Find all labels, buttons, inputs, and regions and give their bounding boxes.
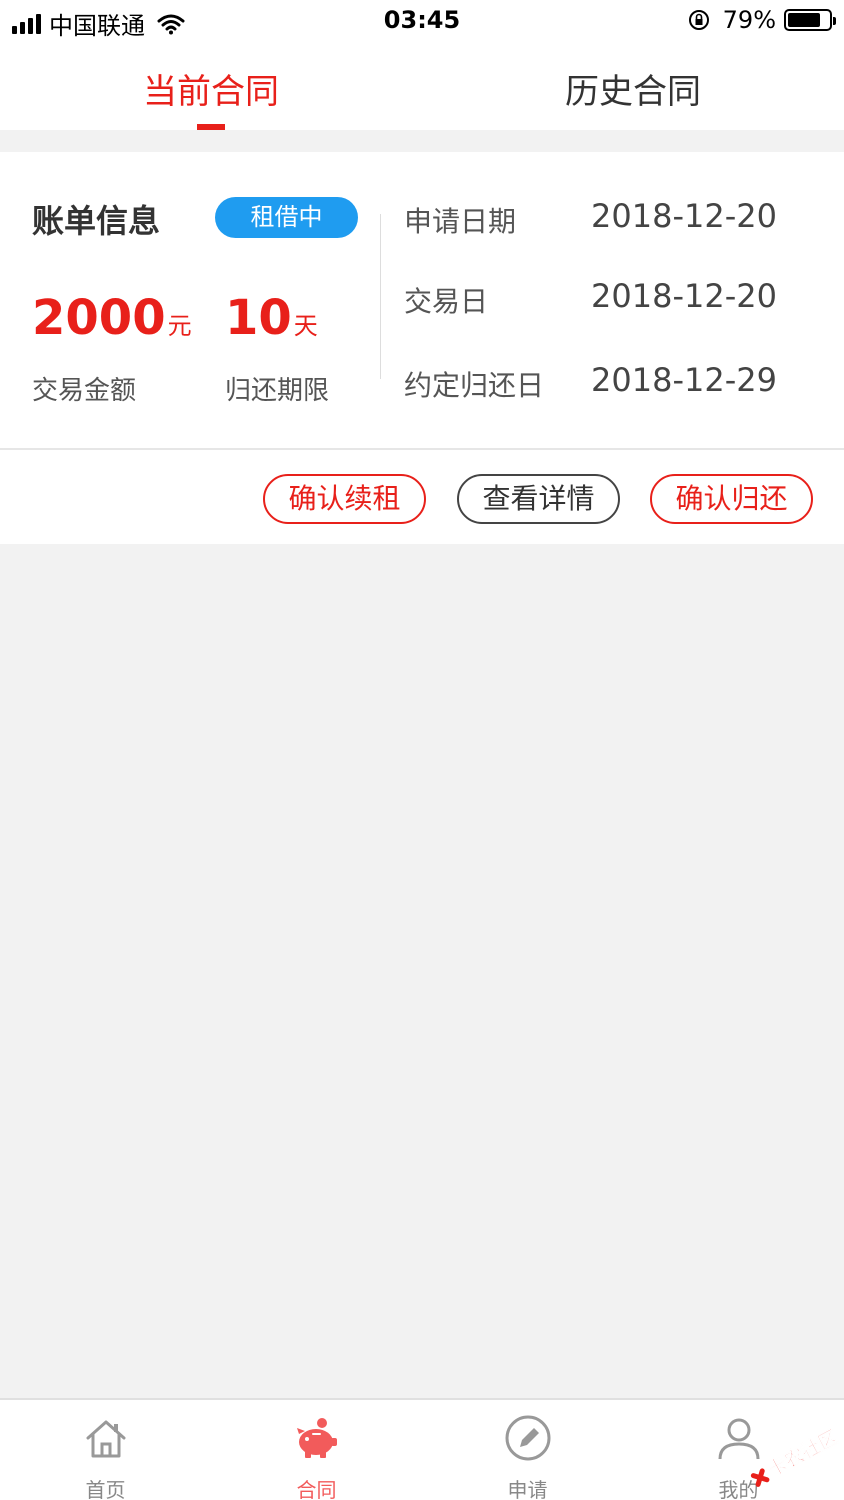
pencil-icon [505, 1415, 551, 1461]
status-badge: 租借中 [215, 197, 358, 238]
card-divider [0, 448, 844, 450]
nav-label-home: 首页 [85, 1478, 126, 1500]
contract-tabs: 当前合同 历史合同 [0, 44, 844, 130]
amount-value: 2000元 [32, 290, 192, 346]
apply-date-label: 申请日期 [404, 205, 517, 238]
home-icon [86, 1420, 126, 1458]
battery-tip [833, 17, 836, 25]
period-value: 10天 [225, 290, 318, 346]
tab-history-contract[interactable]: 历史合同 [422, 64, 844, 113]
amount-label: 交易金额 [32, 376, 137, 406]
active-tab-indicator [197, 124, 225, 130]
confirm-return-button[interactable]: 确认归还 [650, 474, 813, 524]
nav-label-apply: 申请 [507, 1478, 548, 1500]
bottom-nav: 首页 合同 申请 我的 [0, 1398, 844, 1500]
nav-item-contract[interactable]: 合同 [211, 1400, 422, 1500]
trade-date-value: 2018-12-20 [591, 277, 777, 315]
status-bar: 中国联通 03:45 79% [0, 0, 844, 44]
battery-icon [784, 9, 836, 31]
return-date-value: 2018-12-29 [591, 361, 777, 399]
nav-item-home[interactable]: 首页 [0, 1400, 211, 1500]
battery-fill [788, 13, 820, 27]
rotation-lock-icon [688, 10, 709, 30]
period-label: 归还期限 [225, 376, 330, 406]
amount-number: 2000 [32, 290, 166, 346]
return-date-label: 约定归还日 [404, 369, 545, 402]
nav-label-contract: 合同 [296, 1478, 337, 1500]
battery-percent: 79% [722, 6, 776, 34]
period-number: 10 [225, 290, 292, 346]
contract-card: 账单信息 租借中 2000元 10天 交易金额 归还期限 申请日期 2018-1… [0, 152, 844, 544]
watermark-logo: 卡农社区 [750, 1425, 840, 1487]
piggy-bank-icon [297, 1418, 337, 1458]
watermark-text: 卡农社区 [764, 1425, 840, 1481]
tab-current-contract[interactable]: 当前合同 [0, 64, 422, 113]
period-unit: 天 [293, 312, 318, 340]
trade-date-label: 交易日 [404, 285, 489, 318]
bill-title: 账单信息 [32, 202, 161, 240]
vertical-divider [380, 214, 381, 379]
view-details-button[interactable]: 查看详情 [457, 474, 620, 524]
apply-date-value: 2018-12-20 [591, 197, 777, 235]
amount-unit: 元 [167, 312, 192, 340]
nav-item-apply[interactable]: 申请 [422, 1400, 633, 1500]
confirm-renew-button[interactable]: 确认续租 [263, 474, 426, 524]
status-bar-right: 79% [687, 6, 836, 34]
